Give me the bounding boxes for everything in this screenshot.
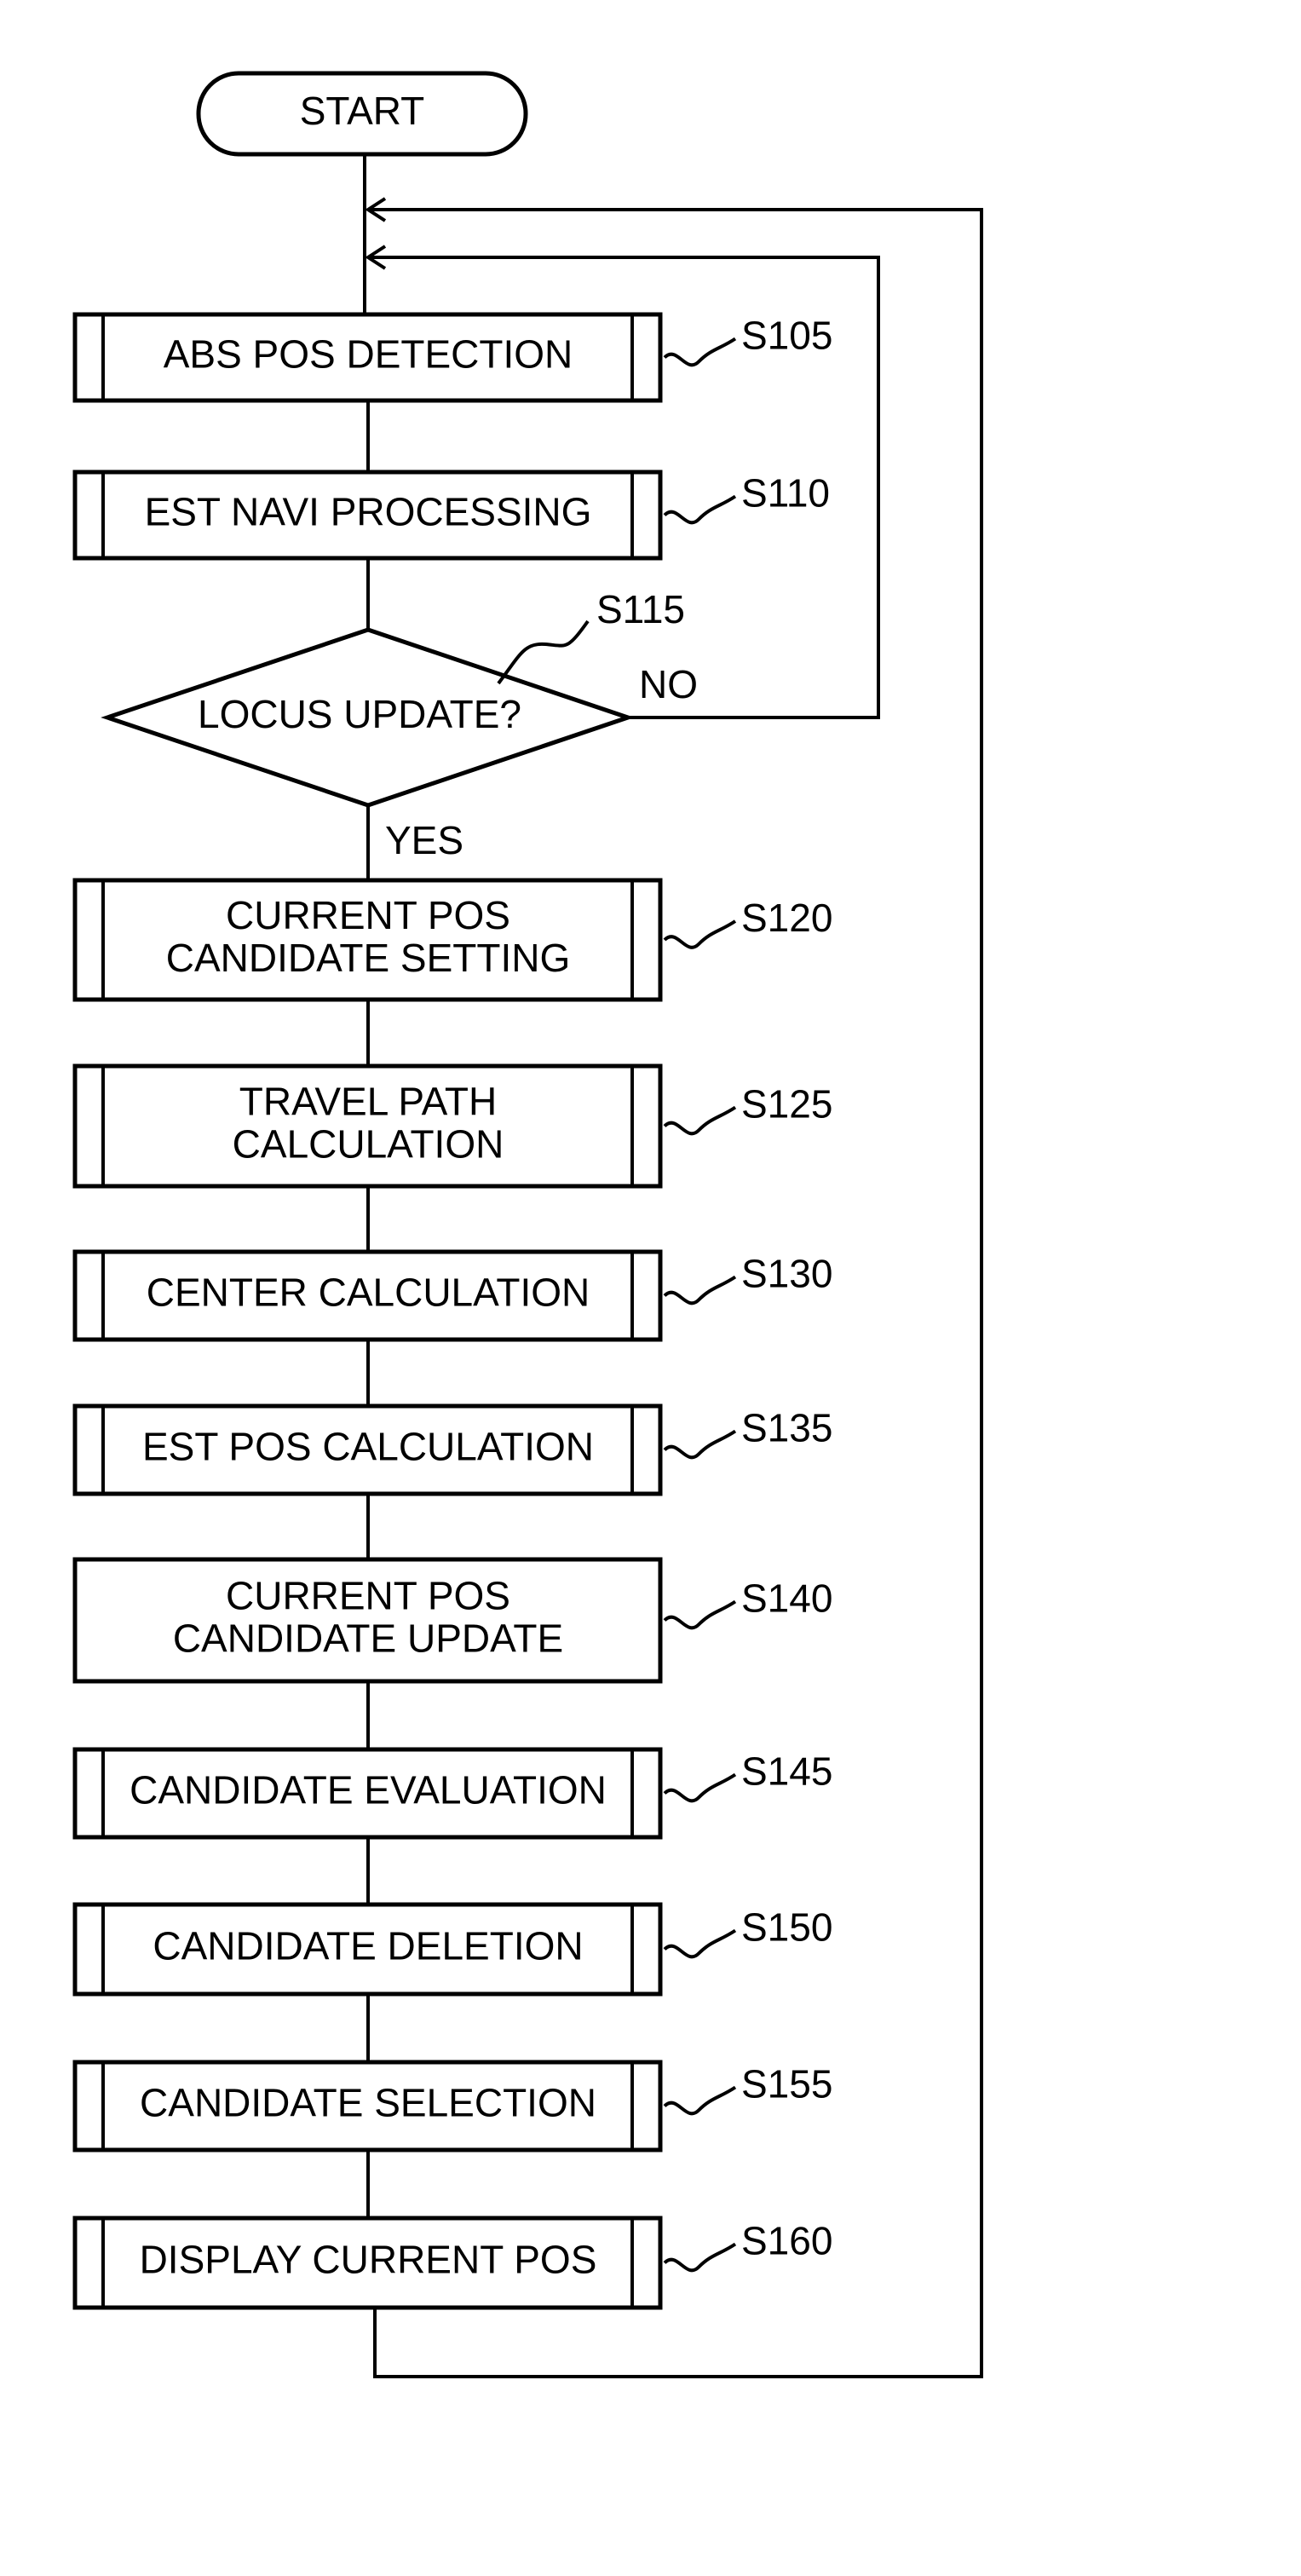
yes-label: YES: [385, 818, 463, 862]
process-label-s145: CANDIDATE EVALUATION: [130, 1768, 607, 1812]
leader-s110: [663, 494, 737, 525]
step-id-s145: S145: [741, 1749, 832, 1794]
process-label-s120: CANDIDATE SETTING: [166, 936, 571, 980]
step-id-s110: S110: [741, 471, 830, 516]
no-label: NO: [639, 662, 698, 706]
process-label-s155: CANDIDATE SELECTION: [140, 2081, 596, 2125]
leader-s105: [663, 337, 737, 367]
process-label-s110: EST NAVI PROCESSING: [145, 490, 592, 534]
step-id-s155: S155: [741, 2062, 832, 2106]
process-label-s125: CALCULATION: [233, 1122, 504, 1167]
leader-s155: [663, 2085, 737, 2116]
step-id-s125: S125: [741, 1082, 832, 1127]
process-label-s120: CURRENT POS: [226, 893, 510, 937]
process-label-s130: CENTER CALCULATION: [147, 1271, 590, 1315]
step-id-s120: S120: [741, 896, 832, 940]
step-id-s115: S115: [596, 587, 685, 631]
decision-label-s115: LOCUS UPDATE?: [198, 692, 521, 736]
leader-s150: [663, 1928, 737, 1959]
step-id-s160: S160: [741, 2219, 832, 2263]
leader-s140: [663, 1599, 737, 1630]
process-label-s150: CANDIDATE DELETION: [153, 1924, 583, 1968]
leader-s145: [663, 1772, 737, 1803]
process-label-s160: DISPLAY CURRENT POS: [140, 2238, 597, 2282]
process-label-s125: TRAVEL PATH: [239, 1080, 497, 1124]
process-label-s105: ABS POS DETECTION: [164, 332, 573, 377]
process-label-s140: CURRENT POS: [226, 1574, 510, 1618]
step-id-s135: S135: [741, 1406, 832, 1450]
leader-s115: [497, 620, 590, 685]
step-id-s150: S150: [741, 1905, 832, 1950]
leader-s125: [663, 1105, 737, 1136]
leader-s135: [663, 1429, 737, 1460]
leader-s120: [663, 919, 737, 949]
step-id-s105: S105: [741, 314, 832, 358]
start-label: START: [300, 89, 425, 133]
process-label-s135: EST POS CALCULATION: [142, 1425, 594, 1469]
flowchart: START ABS POS DETECTION S105 EST NAVI PROC…: [72, 71, 983, 2378]
step-id-s130: S130: [741, 1252, 832, 1296]
process-label-s140: CANDIDATE UPDATE: [173, 1616, 563, 1661]
leader-s130: [663, 1275, 737, 1305]
leader-s160: [663, 2242, 737, 2273]
step-id-s140: S140: [741, 1576, 832, 1621]
